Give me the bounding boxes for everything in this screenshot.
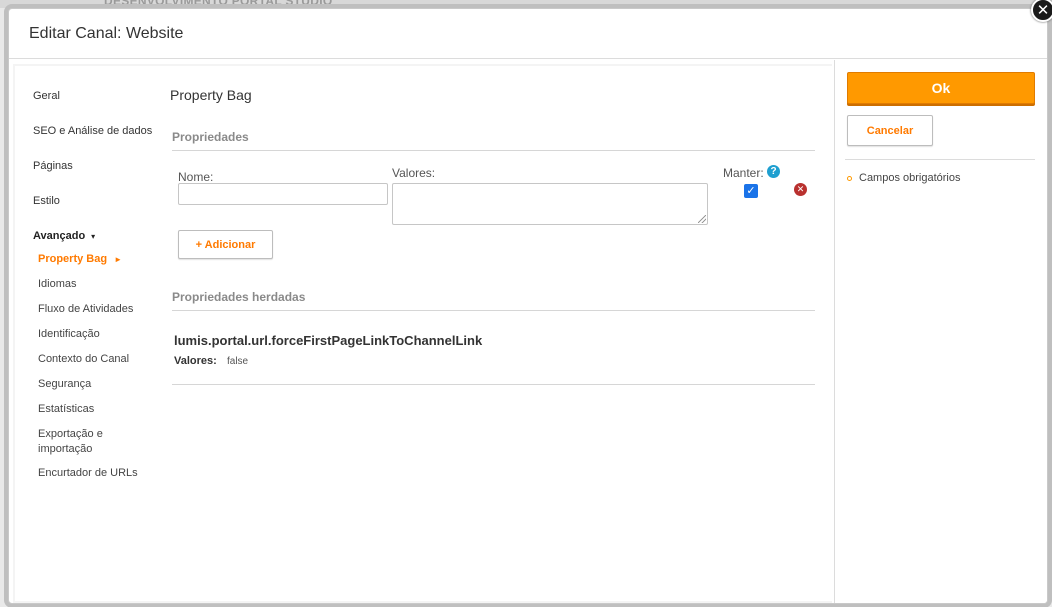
arrow-right-icon: ► [114, 255, 122, 264]
ok-button[interactable]: Ok [847, 72, 1035, 104]
dialog-title: Editar Canal: Website [29, 24, 184, 42]
sidebar-item-fluxo-de-atividades[interactable]: Fluxo de Atividades [38, 303, 133, 315]
background-app-title: DESENVOLVIMENTO PORTAL STUDIO [104, 0, 333, 8]
sidebar-item-label: Fluxo de Atividades [38, 303, 134, 315]
name-label: Nome: [178, 170, 214, 184]
sidebar-group-avancado[interactable]: Avançado ▾ [33, 230, 95, 242]
values-textarea[interactable] [392, 183, 708, 225]
sidebar-item-label: SEO e Análise de dados [33, 125, 153, 137]
properties-heading: Propriedades [172, 130, 815, 151]
sidebar-group-label: Avançado [33, 230, 86, 242]
sidebar-item-property-bag[interactable]: Property Bag ► [38, 253, 122, 265]
keep-label: Manter: [723, 166, 764, 180]
values-label: Valores: [392, 166, 436, 180]
inherited-properties-heading: Propriedades herdadas [172, 290, 815, 311]
help-icon[interactable]: ? [767, 165, 780, 178]
inherited-property-name: lumis.portal.url.forceFirstPageLinkToCha… [174, 333, 483, 348]
sidebar-item-label: Páginas [33, 160, 73, 172]
resize-grip-icon[interactable] [698, 215, 706, 223]
edit-channel-dialog: Editar Canal: Website Geral SEO e Anális… [8, 8, 1048, 604]
remove-icon[interactable]: ✕ [794, 183, 807, 196]
divider [172, 384, 815, 385]
content-area: Geral SEO e Análise de dados Páginas Est… [13, 64, 833, 603]
sidebar-item-estilo[interactable]: Estilo [33, 195, 60, 207]
sidebar-item-paginas[interactable]: Páginas [33, 160, 73, 172]
sidebar-item-label: Identificação [38, 328, 100, 340]
inherited-property-values-label: Valores: [174, 355, 217, 367]
sidebar-item-seo[interactable]: SEO e Análise de dados [33, 125, 152, 137]
sidebar-item-label: Geral [33, 90, 60, 102]
sidebar-item-encurtador-de-urls[interactable]: Encurtador de URLs [38, 467, 138, 479]
sidebar-item-label: Exportação e importação [38, 428, 103, 455]
content-panel: Geral SEO e Análise de dados Páginas Est… [15, 66, 833, 601]
sidebar-item-label: Idiomas [38, 278, 77, 290]
cancel-button[interactable]: Cancelar [847, 115, 933, 146]
keep-checkbox[interactable]: ✓ [744, 184, 758, 198]
close-icon[interactable]: ✕ [1031, 0, 1052, 22]
divider [845, 159, 1035, 160]
sidebar-item-label: Estilo [33, 195, 60, 207]
sidebar-item-contexto-do-canal[interactable]: Contexto do Canal [38, 353, 129, 365]
name-input[interactable] [178, 183, 388, 205]
sidebar-item-geral[interactable]: Geral [33, 90, 60, 102]
sidebar-item-estatisticas[interactable]: Estatísticas [38, 403, 94, 415]
chevron-down-icon: ▾ [91, 232, 96, 241]
required-fields-label: Campos obrigatórios [859, 172, 961, 184]
sidebar-item-idiomas[interactable]: Idiomas [38, 278, 77, 290]
required-fields-note: Campos obrigatórios [847, 172, 961, 184]
add-button[interactable]: + Adicionar [178, 230, 273, 259]
sidebar-item-label: Property Bag [38, 253, 108, 265]
background-app-bar: DESENVOLVIMENTO PORTAL STUDIO [0, 0, 1052, 8]
sidebar-item-identificacao[interactable]: Identificação [38, 328, 100, 340]
sidebar-item-label: Contexto do Canal [38, 353, 130, 365]
sidebar-item-label: Encurtador de URLs [38, 467, 138, 479]
page-title: Property Bag [170, 87, 252, 103]
sidebar-item-label: Estatísticas [38, 403, 95, 415]
dialog-header: Editar Canal: Website [9, 9, 1047, 59]
required-bullet-icon [847, 175, 852, 181]
actions-panel: Ok Cancelar Campos obrigatórios [834, 60, 1047, 603]
sidebar-item-exportacao[interactable]: Exportação e importação [38, 427, 118, 457]
sidebar-item-label: Segurança [38, 378, 92, 390]
inherited-property-value: false [227, 356, 249, 367]
sidebar-item-seguranca[interactable]: Segurança [38, 378, 91, 390]
